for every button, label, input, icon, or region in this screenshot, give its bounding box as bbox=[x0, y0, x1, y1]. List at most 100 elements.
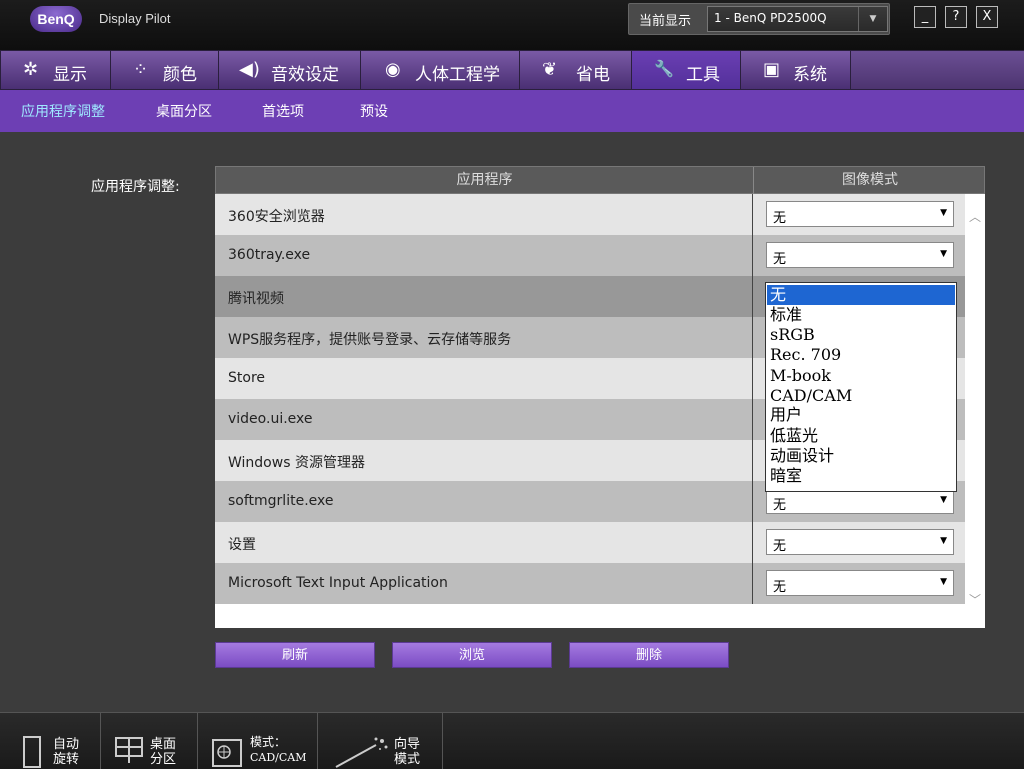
subnav-desktop-partition[interactable]: 桌面分区 bbox=[156, 101, 212, 121]
subnav-app-adjust[interactable]: 应用程序调整 bbox=[21, 101, 105, 121]
mode-icon bbox=[212, 739, 242, 767]
dropdown-option[interactable]: M-book bbox=[767, 366, 955, 386]
table-row[interactable]: 360tray.exe 无 ▼ bbox=[215, 235, 965, 276]
dropdown-option[interactable]: 用户 bbox=[767, 405, 955, 425]
chevron-down-icon[interactable]: ▼ bbox=[940, 208, 947, 218]
bottom-label-line2: 模式 bbox=[394, 752, 421, 767]
table-header: 应用程序 图像模式 bbox=[215, 166, 985, 194]
tab-audio[interactable]: ◀) 音效设定 bbox=[218, 50, 361, 90]
wizard-icon bbox=[335, 737, 388, 768]
app-name: softmgrlite.exe bbox=[228, 493, 334, 509]
tab-power-saving[interactable]: ❦ 省电 bbox=[519, 50, 632, 90]
dropdown-option[interactable]: sRGB bbox=[767, 325, 955, 345]
scroll-down-icon[interactable]: ﹀ bbox=[969, 591, 981, 608]
tab-display[interactable]: ✲ 显示 bbox=[0, 50, 111, 90]
column-divider bbox=[752, 317, 753, 358]
mode-select-value: 无 bbox=[773, 211, 787, 226]
scroll-up-icon[interactable]: ︿ bbox=[969, 208, 981, 225]
mode-select[interactable]: 无 ▼ bbox=[766, 242, 954, 268]
app-name: WPS服务程序，提供账号登录、云存储等服务 bbox=[228, 332, 512, 348]
system-icon: ▣ bbox=[763, 59, 781, 80]
mode-select-value: 无 bbox=[773, 580, 787, 595]
tab-ergonomics[interactable]: ◉ 人体工程学 bbox=[360, 50, 520, 90]
dropdown-option[interactable]: 低蓝光 bbox=[767, 426, 955, 446]
bottom-bar: 自动 旋转 桌面 分区 模式： CAD/CAM 向导 模式 bbox=[0, 712, 1024, 769]
refresh-button[interactable]: 刷新 bbox=[215, 642, 375, 668]
main-tab-bar: ✲ 显示 ⁘ 颜色 ◀) 音效设定 ◉ 人体工程学 ❦ 省电 🔧 工具 ▣ 系统 bbox=[0, 50, 1024, 90]
app-name: 腾讯视频 bbox=[228, 291, 284, 307]
chevron-down-icon[interactable]: ▼ bbox=[940, 577, 947, 587]
speaker-icon: ◀) bbox=[239, 59, 260, 80]
image-mode-dropdown-list[interactable]: 无 标准 sRGB Rec. 709 M-book CAD/CAM 用户 低蓝光… bbox=[765, 282, 957, 492]
tab-label: 人体工程学 bbox=[415, 65, 500, 85]
table-footer bbox=[215, 608, 985, 628]
benq-logo: BenQ bbox=[30, 6, 82, 32]
mode-select[interactable]: 无 ▼ bbox=[766, 529, 954, 555]
tab-system[interactable]: ▣ 系统 bbox=[740, 50, 851, 90]
help-button[interactable]: ? bbox=[945, 6, 967, 28]
chevron-down-icon[interactable]: ▼ bbox=[858, 7, 887, 31]
section-label: 应用程序调整: bbox=[91, 179, 180, 195]
close-button[interactable]: X bbox=[976, 6, 998, 28]
chevron-down-icon[interactable]: ▼ bbox=[940, 495, 947, 505]
app-name: 360安全浏览器 bbox=[228, 209, 325, 225]
auto-rotate-button[interactable]: 自动 旋转 bbox=[0, 713, 101, 769]
tab-label: 系统 bbox=[793, 65, 827, 85]
bottom-label-line1: 向导 bbox=[394, 737, 421, 752]
current-monitor-box: 当前显示 1 - BenQ PD2500Q ▼ bbox=[628, 3, 890, 35]
mode-select[interactable]: 无 ▼ bbox=[766, 201, 954, 227]
table-row[interactable]: 设置 无 ▼ bbox=[215, 522, 965, 563]
column-divider bbox=[752, 440, 753, 481]
column-divider bbox=[752, 194, 753, 235]
tab-label: 音效设定 bbox=[271, 65, 339, 85]
app-name: 设置 bbox=[228, 537, 256, 553]
eye-icon: ◉ bbox=[385, 59, 401, 80]
tab-color[interactable]: ⁘ 颜色 bbox=[110, 50, 219, 90]
column-divider bbox=[752, 235, 753, 276]
mode-select[interactable]: 无 ▼ bbox=[766, 570, 954, 596]
mode-select-value: 无 bbox=[773, 252, 787, 267]
wrench-icon: 🔧 bbox=[654, 59, 674, 78]
minimize-button[interactable]: _ bbox=[914, 6, 936, 28]
desktop-partition-icon bbox=[115, 737, 143, 763]
subnav-preferences[interactable]: 首选项 bbox=[262, 101, 304, 121]
dropdown-option[interactable]: Rec. 709 bbox=[767, 345, 955, 365]
dropdown-option[interactable]: 暗室 bbox=[767, 466, 955, 486]
chevron-down-icon[interactable]: ▼ bbox=[940, 249, 947, 259]
dropdown-option[interactable]: 动画设计 bbox=[767, 446, 955, 466]
app-name: Microsoft Text Input Application bbox=[228, 575, 448, 591]
tab-label: 颜色 bbox=[163, 65, 197, 85]
chevron-down-icon[interactable]: ▼ bbox=[940, 536, 947, 546]
monitor-select[interactable]: 1 - BenQ PD2500Q ▼ bbox=[707, 6, 888, 32]
auto-rotate-icon bbox=[23, 736, 41, 768]
app-name: 360tray.exe bbox=[228, 247, 311, 263]
desktop-partition-button[interactable]: 桌面 分区 bbox=[101, 713, 198, 769]
column-divider bbox=[752, 522, 753, 563]
dropdown-option[interactable]: 标准 bbox=[767, 305, 955, 325]
app-name: Store bbox=[228, 370, 266, 386]
color-icon: ⁘ bbox=[133, 59, 149, 80]
wizard-mode-button[interactable]: 向导 模式 bbox=[318, 713, 443, 769]
tab-label: 省电 bbox=[576, 65, 610, 85]
bottom-label-line2: 分区 bbox=[150, 752, 177, 767]
table-scrollbar[interactable]: ︿ ﹀ bbox=[965, 194, 985, 608]
tab-tools[interactable]: 🔧 工具 bbox=[631, 50, 741, 90]
subnav-presets[interactable]: 预设 bbox=[360, 101, 388, 121]
app-name: video.ui.exe bbox=[228, 411, 313, 427]
mode-button[interactable]: 模式： CAD/CAM bbox=[198, 713, 318, 769]
mode-select-value: 无 bbox=[773, 539, 787, 554]
app-title: Display Pilot bbox=[99, 11, 171, 26]
app-name: Windows 资源管理器 bbox=[228, 455, 365, 471]
column-divider bbox=[752, 358, 753, 399]
column-divider bbox=[752, 399, 753, 440]
table-row[interactable]: 360安全浏览器 无 ▼ bbox=[215, 194, 965, 235]
dropdown-option[interactable]: 无 bbox=[767, 285, 955, 305]
browse-button[interactable]: 浏览 bbox=[392, 642, 552, 668]
mode-select-value: 无 bbox=[773, 498, 787, 513]
dropdown-option[interactable]: CAD/CAM bbox=[767, 386, 955, 406]
leaf-icon: ❦ bbox=[542, 59, 558, 80]
column-divider bbox=[752, 276, 753, 317]
table-row[interactable]: Microsoft Text Input Application 无 ▼ bbox=[215, 563, 965, 604]
delete-button[interactable]: 删除 bbox=[569, 642, 729, 668]
column-divider bbox=[752, 563, 753, 604]
